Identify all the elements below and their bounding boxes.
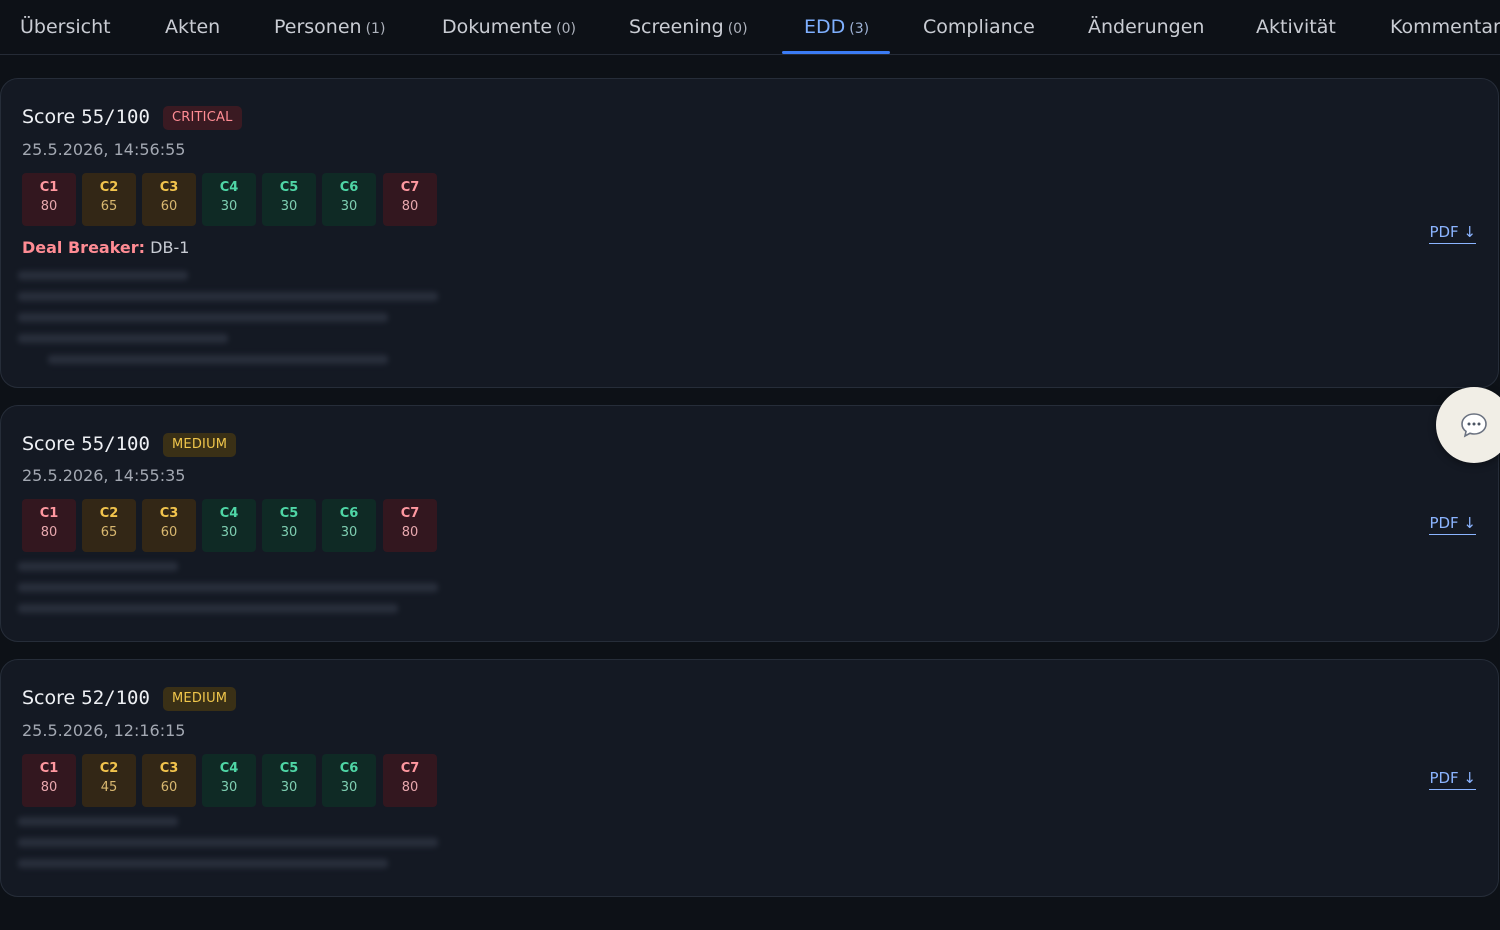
tab-screening[interactable]: Screening (0) bbox=[629, 0, 748, 54]
category-chip: C7 80 bbox=[383, 499, 437, 552]
tab-activity[interactable]: Aktivität bbox=[1256, 0, 1340, 54]
category-chip: C6 30 bbox=[322, 173, 376, 226]
risk-level-badge: MEDIUM bbox=[163, 687, 237, 711]
risk-level-badge: CRITICAL bbox=[163, 106, 242, 130]
category-chip: C7 80 bbox=[383, 754, 437, 807]
category-chip: C7 80 bbox=[383, 173, 437, 226]
tab-compliance[interactable]: Compliance bbox=[923, 0, 1039, 54]
category-chip: C4 30 bbox=[202, 499, 256, 552]
pdf-download-link[interactable]: PDF ↓ bbox=[1429, 769, 1476, 790]
category-chip: C1 80 bbox=[22, 754, 76, 807]
score-title: Score 52/100 bbox=[22, 687, 150, 709]
category-chip: C5 30 bbox=[262, 173, 316, 226]
category-chip: C2 65 bbox=[82, 499, 136, 552]
category-chip: C5 30 bbox=[262, 499, 316, 552]
tab-overview[interactable]: Übersicht bbox=[20, 0, 115, 54]
category-chip: C4 30 bbox=[202, 173, 256, 226]
category-chip: C1 80 bbox=[22, 499, 76, 552]
redacted-details bbox=[18, 271, 438, 376]
category-chip: C4 30 bbox=[202, 754, 256, 807]
category-chip: C3 60 bbox=[142, 499, 196, 552]
chat-bubble-icon bbox=[1461, 413, 1487, 438]
active-tab-indicator bbox=[782, 51, 890, 54]
category-chip: C3 60 bbox=[142, 754, 196, 807]
risk-level-badge: MEDIUM bbox=[163, 433, 237, 457]
pdf-download-link[interactable]: PDF ↓ bbox=[1429, 223, 1476, 244]
tab-bar: Übersicht Akten Personen (1) Dokumente (0)… bbox=[0, 0, 1500, 55]
deal-breaker: Deal Breaker: DB-1 bbox=[22, 238, 190, 257]
redacted-details bbox=[18, 817, 438, 880]
edd-entry-card: Score 55/100 CRITICAL 25.5.2026, 14:56:5… bbox=[0, 78, 1499, 388]
tab-edd[interactable]: EDD (3) bbox=[804, 0, 869, 54]
tab-documents[interactable]: Dokumente (0) bbox=[442, 0, 576, 54]
tab-changes[interactable]: Änderungen bbox=[1088, 0, 1208, 54]
category-chip: C2 65 bbox=[82, 173, 136, 226]
entry-timestamp: 25.5.2026, 14:56:55 bbox=[22, 140, 186, 159]
category-chip: C1 80 bbox=[22, 173, 76, 226]
score-title: Score 55/100 bbox=[22, 106, 150, 128]
category-chip: C2 45 bbox=[82, 754, 136, 807]
tab-files[interactable]: Akten bbox=[165, 0, 224, 54]
edd-entry-card: Score 52/100 MEDIUM 25.5.2026, 12:16:15 … bbox=[0, 659, 1499, 897]
category-chip: C6 30 bbox=[322, 499, 376, 552]
entry-timestamp: 25.5.2026, 14:55:35 bbox=[22, 466, 186, 485]
category-chip: C3 60 bbox=[142, 173, 196, 226]
tab-comments[interactable]: Kommentare bbox=[1390, 0, 1500, 54]
pdf-download-link[interactable]: PDF ↓ bbox=[1429, 514, 1476, 535]
tab-persons[interactable]: Personen (1) bbox=[274, 0, 385, 54]
category-chip: C6 30 bbox=[322, 754, 376, 807]
redacted-details bbox=[18, 562, 438, 625]
edd-entry-card: Score 55/100 MEDIUM 25.5.2026, 14:55:35 … bbox=[0, 405, 1499, 642]
score-title: Score 55/100 bbox=[22, 433, 150, 455]
entry-timestamp: 25.5.2026, 12:16:15 bbox=[22, 721, 186, 740]
category-chip: C5 30 bbox=[262, 754, 316, 807]
